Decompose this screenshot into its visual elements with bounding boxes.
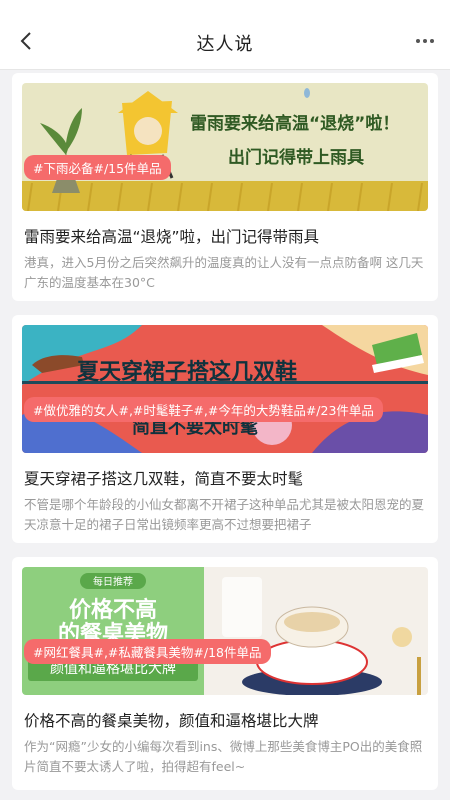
top-nav-bar: 达人说 bbox=[0, 0, 450, 70]
banner-headline-line1: 夏天穿裙子搭这几双鞋 bbox=[77, 359, 297, 385]
article-tag[interactable]: #做优雅的女人#,#时髦鞋子#,#今年的大势鞋品#/23件单品 bbox=[24, 397, 383, 422]
article-card-3[interactable]: 每日推荐 价格不高 的餐桌美物 颜值和逼格堪比大牌 #网红餐具#,#私藏餐具美物… bbox=[12, 557, 438, 790]
banner-headline-line2: 出门记得带上雨具 bbox=[228, 147, 364, 168]
banner-badge: 每日推荐 bbox=[93, 575, 133, 588]
article-description: 不管是哪个年龄段的小仙女都离不开裙子这种单品尤其是被太阳恩宠的夏天凉意十足的裙子… bbox=[24, 497, 425, 532]
article-tag[interactable]: #网红餐具#,#私藏餐具美物#/18件单品 bbox=[24, 639, 271, 664]
article-banner-image[interactable]: 雷雨要来给高温“退烧”啦！ 出门记得带上雨具 #下雨必备#/15件单品 bbox=[22, 83, 428, 211]
article-banner-image[interactable]: 夏天穿裙子搭这几双鞋 简直不要太时髦 #做优雅的女人#,#时髦鞋子#,#今年的大… bbox=[22, 325, 428, 453]
article-title[interactable]: 雷雨要来给高温“退烧”啦，出门记得带雨具 bbox=[24, 225, 319, 247]
article-description: 港真，进入5月份之后突然飙升的温度真的让人没有一点点防备啊 这几天广东的温度基本… bbox=[24, 255, 424, 290]
banner-headline-line1: 价格不高 bbox=[69, 597, 157, 623]
article-banner-image[interactable]: 每日推荐 价格不高 的餐桌美物 颜值和逼格堪比大牌 #网红餐具#,#私藏餐具美物… bbox=[22, 567, 428, 695]
article-title[interactable]: 价格不高的餐桌美物，颜值和逼格堪比大牌 bbox=[24, 709, 319, 731]
article-card-1[interactable]: 雷雨要来给高温“退烧”啦！ 出门记得带上雨具 #下雨必备#/15件单品 雷雨要来… bbox=[12, 73, 438, 301]
article-description: 作为“网瘾”少女的小编每次看到ins、微博上那些美食博主PO出的美食照片简直不要… bbox=[24, 739, 423, 774]
article-card-2[interactable]: 夏天穿裙子搭这几双鞋 简直不要太时髦 #做优雅的女人#,#时髦鞋子#,#今年的大… bbox=[12, 315, 438, 543]
page-title: 达人说 bbox=[196, 34, 254, 55]
article-tag[interactable]: #下雨必备#/15件单品 bbox=[24, 155, 171, 180]
rain-banner-graphic: 雷雨要来给高温“退烧”啦！ 出门记得带上雨具 bbox=[22, 83, 428, 211]
tableware-banner-graphic: 每日推荐 价格不高 的餐桌美物 颜值和逼格堪比大牌 bbox=[22, 567, 428, 695]
banner-headline-line1: 雷雨要来给高温“退烧”啦！ bbox=[190, 113, 399, 134]
more-dots-icon[interactable] bbox=[410, 28, 440, 54]
shoes-banner-graphic: 夏天穿裙子搭这几双鞋 简直不要太时髦 bbox=[22, 325, 428, 453]
article-title[interactable]: 夏天穿裙子搭这几双鞋，简直不要太时髦 bbox=[24, 467, 303, 489]
